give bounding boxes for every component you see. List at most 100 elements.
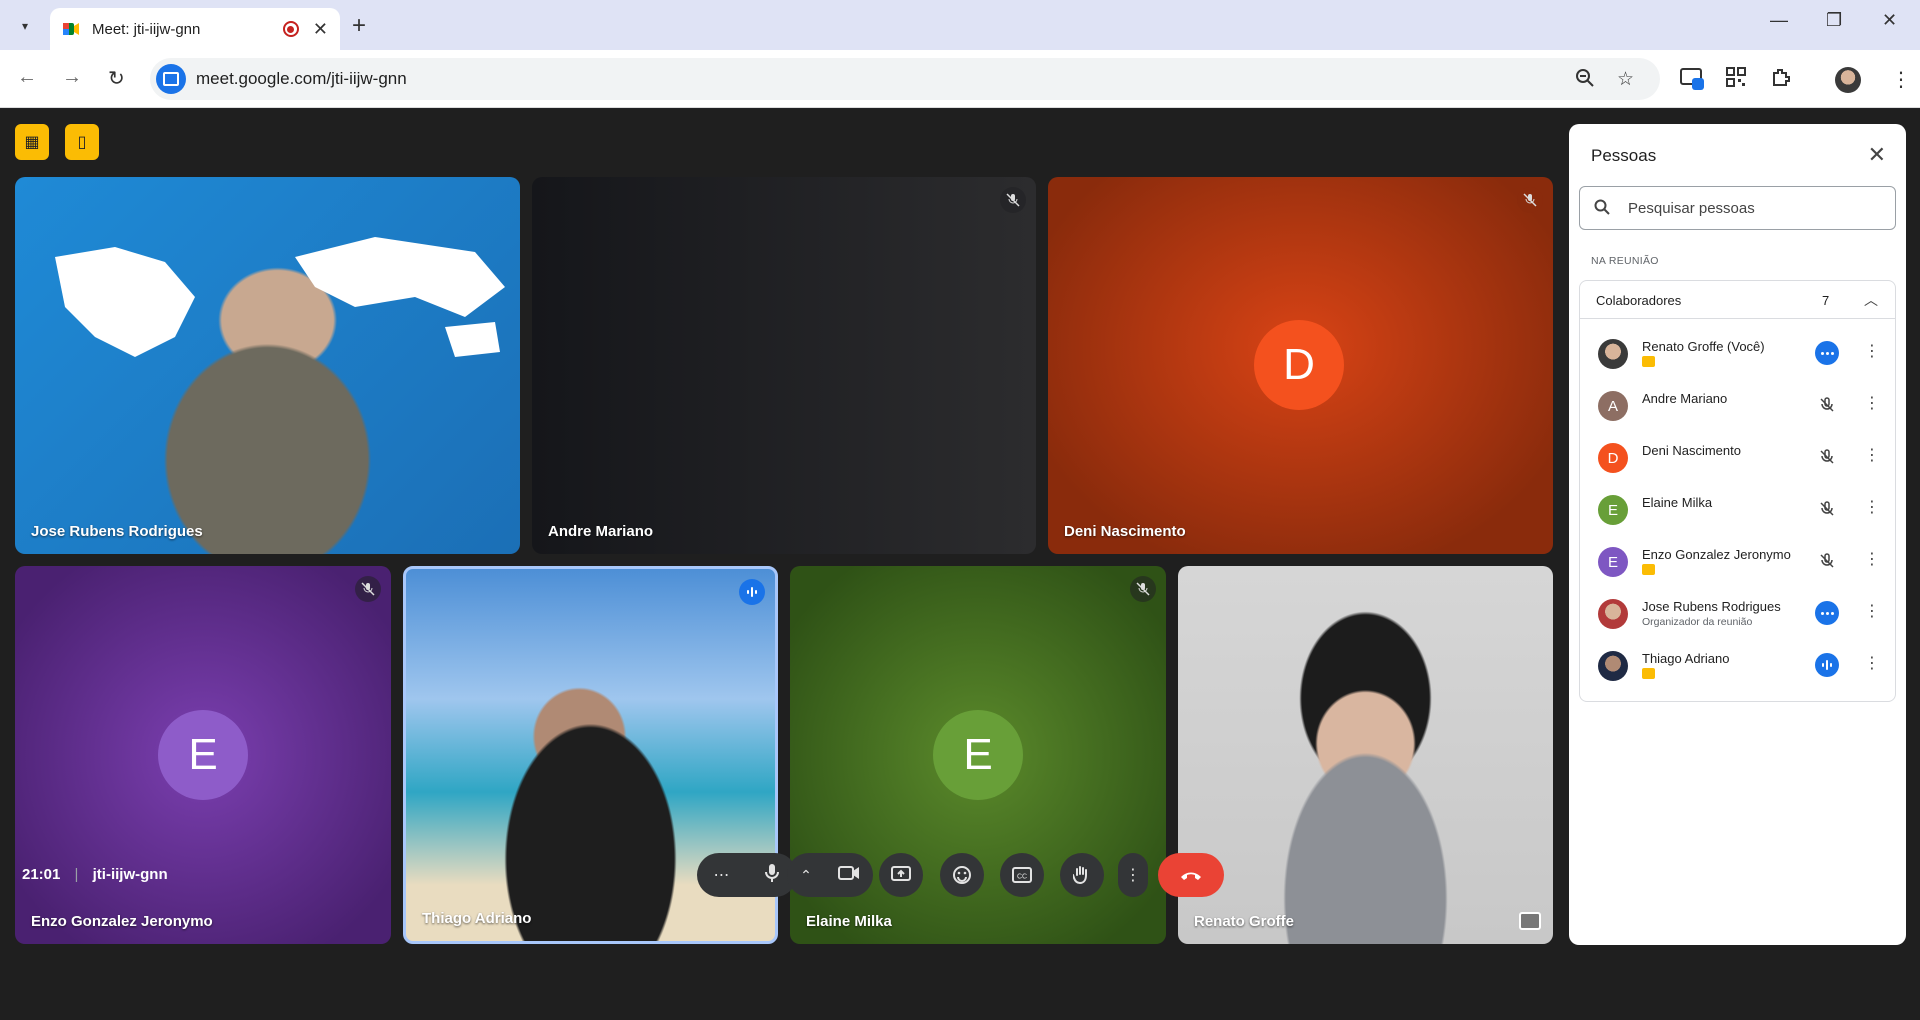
participant-photo xyxy=(1598,339,1628,369)
no-video-indicator-icon[interactable]: ▦ xyxy=(15,124,49,160)
profile-avatar[interactable] xyxy=(1835,67,1861,93)
participant-more-icon[interactable]: ⋮ xyxy=(1864,653,1880,673)
mic-muted-icon xyxy=(1517,187,1543,213)
separator: | xyxy=(74,866,79,883)
host-badge-icon xyxy=(1642,564,1655,575)
participant-row[interactable]: E Enzo Gonzalez Jeronymo ⋮ xyxy=(1580,535,1895,587)
address-bar[interactable]: meet.google.com/jti-iijw-gnn ☆ xyxy=(150,58,1660,100)
tile-name: Jose Rubens Rodrigues xyxy=(31,523,203,540)
participant-row[interactable]: D Deni Nascimento ⋮ xyxy=(1580,431,1895,483)
participant-role: Organizador da reunião xyxy=(1642,616,1753,628)
participant-name: Jose Rubens Rodrigues xyxy=(1642,599,1781,614)
close-window-icon[interactable]: ✕ xyxy=(1882,10,1897,31)
audio-options-icon[interactable]: ⋯ xyxy=(714,865,730,885)
site-info-icon[interactable] xyxy=(156,64,186,94)
speaking-bars-icon xyxy=(1815,653,1839,677)
tab-list-chevron-icon[interactable]: ▾ xyxy=(12,13,38,39)
meeting-details: 21:01 | jti-iijw-gnn xyxy=(22,866,168,883)
participant-row[interactable]: E Elaine Milka ⋮ xyxy=(1580,483,1895,535)
chevron-up-icon[interactable]: ︿ xyxy=(1864,290,1878,310)
microphone-icon[interactable] xyxy=(763,863,781,888)
participant-row[interactable]: Thiago Adriano ⋮ xyxy=(1580,639,1895,691)
search-placeholder: Pesquisar pessoas xyxy=(1628,200,1755,217)
search-icon xyxy=(1594,199,1610,215)
tile-name: Andre Mariano xyxy=(548,523,654,540)
participant-avatar: D xyxy=(1598,443,1628,473)
avatar-tile[interactable]: D Deni Nascimento xyxy=(1048,177,1553,554)
participant-row[interactable]: A Andre Mariano ⋮ xyxy=(1580,379,1895,431)
search-people-input[interactable]: Pesquisar pessoas xyxy=(1579,186,1896,230)
participant-avatar: E xyxy=(1598,547,1628,577)
extensions-icon[interactable] xyxy=(1771,67,1791,93)
back-icon[interactable]: ← xyxy=(17,66,37,89)
mic-muted-icon xyxy=(1815,393,1839,417)
cast-icon[interactable] xyxy=(1680,67,1706,97)
close-panel-icon[interactable]: ✕ xyxy=(1868,142,1886,168)
tile-name: Deni Nascimento xyxy=(1064,523,1186,540)
section-label: NA REUNIÃO xyxy=(1591,255,1659,267)
microphone-control-group[interactable]: ⋯ xyxy=(697,853,797,897)
mic-muted-icon xyxy=(1815,497,1839,521)
participant-more-icon[interactable]: ⋮ xyxy=(1864,393,1880,413)
mic-muted-icon xyxy=(1000,187,1026,213)
participant-name: Andre Mariano xyxy=(1642,391,1728,406)
participant-avatar: E xyxy=(158,710,248,800)
zoom-icon[interactable] xyxy=(1575,68,1595,94)
mic-muted-icon xyxy=(355,576,381,602)
avatar-tile[interactable]: E Enzo Gonzalez Jeronymo xyxy=(15,566,391,944)
host-badge-icon xyxy=(1642,356,1655,367)
recording-icon xyxy=(282,21,299,37)
speaking-indicator-icon xyxy=(739,579,765,605)
tab-title: Meet: jti-iijw-gnn xyxy=(92,20,201,38)
tile-name: Renato Groffe xyxy=(1194,913,1295,930)
participant-row[interactable]: Jose Rubens Rodrigues Organizador da reu… xyxy=(1580,587,1895,639)
video-tile[interactable]: Jose Rubens Rodrigues xyxy=(15,177,520,554)
restore-icon[interactable]: ❐ xyxy=(1826,10,1842,31)
video-tile[interactable]: Andre Mariano xyxy=(532,177,1036,554)
camera-icon[interactable] xyxy=(837,865,860,886)
raise-hand-button[interactable] xyxy=(1060,853,1104,897)
participant-avatar: E xyxy=(933,710,1023,800)
participant-more-icon[interactable]: ⋮ xyxy=(1864,445,1880,465)
participant-more-icon[interactable]: ⋮ xyxy=(1864,341,1880,361)
speaking-dots-icon xyxy=(1815,341,1839,365)
participant-row[interactable]: Renato Groffe (Você) ⋮ xyxy=(1580,327,1895,379)
participant-name: Renato Groffe (Você) xyxy=(1642,339,1765,354)
panel-title: Pessoas xyxy=(1591,146,1657,165)
participant-more-icon[interactable]: ⋮ xyxy=(1864,497,1880,517)
close-tab-icon[interactable]: ✕ xyxy=(313,19,328,40)
video-options-chevron-icon[interactable]: ⌃ xyxy=(800,867,812,884)
host-controls-icon[interactable]: ▯ xyxy=(65,124,99,160)
qr-code-icon[interactable] xyxy=(1726,67,1746,93)
group-count: 7 xyxy=(1822,293,1830,308)
captions-button[interactable]: CC xyxy=(1000,853,1044,897)
forward-icon[interactable]: → xyxy=(62,66,82,89)
url-text: meet.google.com/jti-iijw-gnn xyxy=(196,69,407,88)
new-tab-button[interactable]: + xyxy=(352,12,366,40)
self-video-tile[interactable]: Renato Groffe xyxy=(1178,566,1553,944)
participant-avatar: E xyxy=(1598,495,1628,525)
minimize-icon[interactable]: — xyxy=(1770,10,1788,31)
participant-avatar: A xyxy=(1598,391,1628,421)
bookmark-star-icon[interactable]: ☆ xyxy=(1617,68,1634,91)
participant-more-icon[interactable]: ⋮ xyxy=(1864,601,1880,621)
group-header[interactable]: Colaboradores 7 ︿ xyxy=(1580,281,1895,319)
participant-name: Elaine Milka xyxy=(1642,495,1713,510)
group-name: Colaboradores xyxy=(1596,293,1682,308)
browser-menu-icon[interactable]: ⋮ xyxy=(1891,67,1911,92)
mic-muted-icon xyxy=(1815,549,1839,573)
picture-in-picture-icon[interactable] xyxy=(1519,912,1541,930)
mic-muted-icon xyxy=(1130,576,1156,602)
browser-toolbar: ← → ↻ meet.google.com/jti-iijw-gnn ☆ ⋮ xyxy=(0,50,1920,108)
participant-more-icon[interactable]: ⋮ xyxy=(1864,549,1880,569)
leave-call-button[interactable] xyxy=(1158,853,1224,897)
present-screen-button[interactable] xyxy=(879,853,923,897)
meeting-code: jti-iijw-gnn xyxy=(92,866,168,883)
reactions-button[interactable] xyxy=(940,853,984,897)
participant-name: Thiago Adriano xyxy=(1642,651,1730,666)
camera-control-group[interactable]: ⌃ xyxy=(787,853,873,897)
browser-tab[interactable]: Meet: jti-iijw-gnn ✕ xyxy=(50,8,340,50)
reload-icon[interactable]: ↻ xyxy=(108,66,125,91)
more-options-icon[interactable]: ⋮ xyxy=(1118,853,1148,897)
tile-name: Elaine Milka xyxy=(806,913,892,930)
